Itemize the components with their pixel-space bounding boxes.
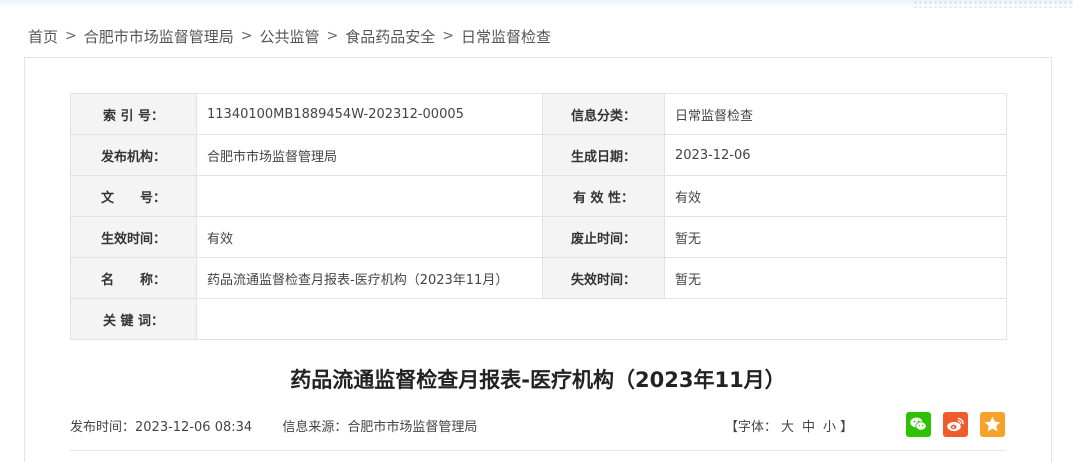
keywords-label: 关 键 词：: [70, 298, 197, 340]
favorite-star-icon: [984, 416, 1001, 432]
breadcrumb-public-supervision[interactable]: 公共监管: [260, 26, 320, 47]
top-band: [0, 0, 1073, 8]
article-title: 药品流通监督检查月报表-医疗机构（2023年11月）: [290, 368, 786, 392]
index-number-value: 11340100MB1889454W-202312-00005: [196, 93, 543, 135]
effective-time-value: 有效: [196, 216, 543, 258]
article-info-bar: 发布时间：2023-12-06 08:34 信息来源：合肥市市场监督管理局 【字…: [70, 412, 1006, 438]
breadcrumb-separator: >: [326, 28, 339, 44]
index-number-label: 索 引 号：: [70, 93, 197, 135]
decorative-dots: [913, 0, 1073, 8]
breadcrumb-daily-inspection[interactable]: 日常监督检查: [461, 26, 551, 47]
expire-time-value: 暂无: [664, 257, 1007, 299]
name-value: 药品流通监督检查月报表-医疗机构（2023年11月）: [196, 257, 543, 299]
wechat-icon: [910, 417, 927, 431]
publisher-label: 发布机构：: [70, 134, 197, 176]
category-value: 日常监督检查: [664, 93, 1007, 135]
table-row: 文 号： 有 效 性： 有效: [70, 175, 1007, 217]
publish-info: 发布时间：2023-12-06 08:34 信息来源：合肥市市场监督管理局: [70, 416, 477, 435]
breadcrumb-home[interactable]: 首页: [28, 26, 58, 47]
favorite-button[interactable]: [980, 412, 1005, 437]
font-size-small-button[interactable]: 小: [823, 420, 836, 435]
source-label: 信息来源：: [282, 420, 348, 435]
breadcrumb-separator: >: [442, 28, 454, 44]
breadcrumb-separator: >: [65, 28, 77, 44]
weibo-icon: [947, 417, 964, 432]
breadcrumb-food-drug-safety[interactable]: 食品药品安全: [345, 26, 435, 47]
font-size-label-close: 】: [840, 420, 854, 435]
font-size-label-open: 【字体：: [725, 420, 778, 435]
font-size-large-button[interactable]: 大: [781, 420, 794, 435]
created-date-value: 2023-12-06: [664, 134, 1007, 176]
table-row: 名 称： 药品流通监督检查月报表-医疗机构（2023年11月） 失效时间： 暂无: [70, 257, 1007, 299]
repeal-time-label: 废止时间：: [542, 216, 665, 258]
source-value: 合肥市市场监督管理局: [347, 420, 478, 435]
category-label: 信息分类：: [542, 93, 665, 135]
keywords-value: [196, 298, 1007, 340]
expire-time-label: 失效时间：: [542, 257, 665, 299]
repeal-time-value: 暂无: [664, 216, 1007, 258]
table-row: 发布机构： 合肥市市场监督管理局 生成日期： 2023-12-06: [70, 134, 1007, 176]
table-row: 生效时间： 有效 废止时间： 暂无: [70, 216, 1007, 258]
weibo-share-button[interactable]: [943, 412, 968, 437]
document-number-label: 文 号：: [70, 175, 197, 217]
font-size-medium-button[interactable]: 中: [802, 420, 815, 435]
publish-time-label: 发布时间：: [70, 420, 136, 435]
effective-time-label: 生效时间：: [70, 216, 197, 258]
table-row: 索 引 号： 11340100MB1889454W-202312-00005 信…: [70, 93, 1007, 135]
document-number-value: [196, 175, 543, 217]
table-row: 关 键 词：: [70, 298, 1007, 340]
breadcrumb-agency[interactable]: 合肥市市场监督管理局: [84, 26, 234, 47]
validity-label: 有 效 性：: [542, 175, 665, 217]
name-label: 名 称：: [70, 257, 197, 299]
publish-time-value: 2023-12-06 08:34: [135, 420, 253, 435]
validity-value: 有效: [664, 175, 1007, 217]
document-metadata-table: 索 引 号： 11340100MB1889454W-202312-00005 信…: [70, 93, 1007, 340]
divider: [70, 450, 1006, 451]
wechat-share-button[interactable]: [906, 412, 931, 437]
created-date-label: 生成日期：: [542, 134, 665, 176]
breadcrumb-separator: >: [240, 28, 253, 44]
publisher-value: 合肥市市场监督管理局: [196, 134, 543, 176]
font-size-switcher: 【字体：大中小】: [725, 416, 853, 435]
breadcrumb: 首页 > 合肥市市场监督管理局 > 公共监管 > 食品药品安全 > 日常监督检查: [28, 24, 551, 48]
